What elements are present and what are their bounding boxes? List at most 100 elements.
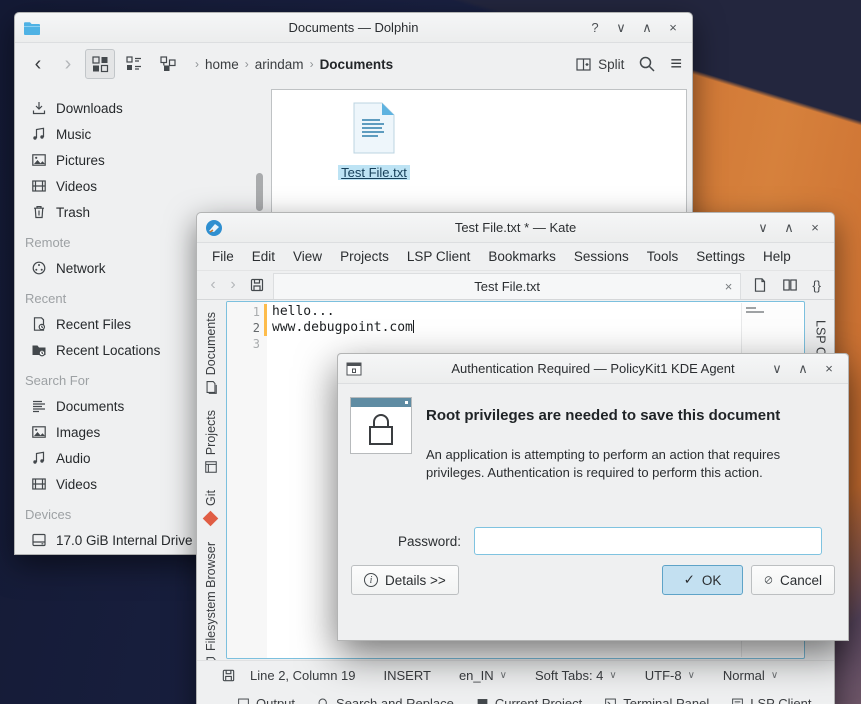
ok-button[interactable]: ✓ OK — [662, 565, 743, 595]
download-icon — [31, 100, 47, 116]
breadcrumb: › home › arindam › Documents — [195, 57, 393, 72]
input-mode[interactable]: INSERT — [370, 668, 445, 683]
chevron-down-icon: ∨ — [609, 670, 616, 681]
minimize-button[interactable]: ∨ — [610, 17, 632, 39]
auth-lock-icon — [350, 397, 412, 454]
maximize-button[interactable]: ∧ — [636, 17, 658, 39]
menu-sessions[interactable]: Sessions — [565, 249, 638, 264]
dolphin-titlebar[interactable]: Documents — Dolphin ? ∨ ∧ × — [15, 13, 692, 43]
kate-titlebar[interactable]: Test File.txt * — Kate ∨ ∧ × — [197, 213, 834, 243]
hard-drive-icon — [31, 532, 47, 548]
chevron-down-icon: ∨ — [771, 670, 778, 681]
menu-edit[interactable]: Edit — [243, 249, 284, 264]
bottom-tab-current-project[interactable]: Current Project — [476, 696, 582, 704]
tab-back-button[interactable]: ‹ — [203, 275, 223, 295]
dialog-titlebar[interactable]: Authentication Required — PolicyKit1 KDE… — [338, 354, 848, 384]
polkit-auth-dialog: Authentication Required — PolicyKit1 KDE… — [337, 353, 849, 641]
folder-icon — [23, 20, 41, 36]
menu-settings[interactable]: Settings — [687, 249, 754, 264]
bottom-tab-search-replace[interactable]: Search and Replace — [317, 696, 454, 704]
place-pictures[interactable]: Pictures — [15, 147, 265, 173]
cancel-button[interactable]: Cancel — [751, 565, 835, 595]
split-view-icon[interactable] — [782, 277, 798, 293]
bottom-tab-terminal[interactable]: Terminal Panel — [604, 696, 709, 704]
password-input[interactable] — [474, 527, 822, 555]
icons-view-button[interactable] — [85, 49, 115, 79]
close-button[interactable]: × — [662, 17, 684, 39]
forward-button: › — [55, 54, 81, 74]
bottom-tab-output[interactable]: Output — [237, 696, 295, 704]
file-name[interactable]: Test File.txt — [338, 165, 410, 180]
tool-tab-projects[interactable]: Projects — [204, 410, 218, 474]
code-line-2: www.debugpoint.com — [272, 320, 804, 336]
menu-help[interactable]: Help — [754, 249, 800, 264]
breadcrumb-user[interactable]: arindam — [255, 57, 304, 72]
breadcrumb-current[interactable]: Documents — [320, 57, 394, 72]
tool-tab-documents[interactable]: Documents — [204, 312, 218, 394]
minimize-button[interactable]: ∨ — [752, 217, 774, 239]
tool-tab-filesystem-browser[interactable]: Filesystem Browser — [204, 542, 218, 660]
kate-bottom-toolview-bar: Output Search and Replace Current Projec… — [197, 690, 834, 704]
close-button[interactable]: × — [804, 217, 826, 239]
menu-projects[interactable]: Projects — [331, 249, 398, 264]
maximize-button[interactable]: ∧ — [778, 217, 800, 239]
dialog-heading: Root privileges are needed to save this … — [426, 407, 826, 424]
tool-tab-git[interactable]: Git — [204, 490, 218, 526]
menu-bookmarks[interactable]: Bookmarks — [479, 249, 565, 264]
place-videos[interactable]: Videos — [15, 173, 265, 199]
chevron-down-icon: ∨ — [500, 670, 507, 681]
close-button[interactable]: × — [818, 358, 840, 380]
menu-lsp-client[interactable]: LSP Client — [398, 249, 480, 264]
search-icon[interactable] — [638, 55, 656, 73]
breadcrumb-home[interactable]: home — [205, 57, 239, 72]
kate-app-icon — [205, 219, 223, 237]
cursor-position[interactable]: Line 2, Column 19 — [236, 668, 370, 683]
kate-statusbar: Line 2, Column 19 INSERT en_IN∨ Soft Tab… — [197, 660, 834, 690]
split-button[interactable]: Split — [575, 56, 624, 73]
line-number-current: 2 — [253, 321, 264, 335]
maximize-button[interactable]: ∧ — [792, 358, 814, 380]
highlighting-select[interactable]: Normal∨ — [709, 668, 792, 683]
music-icon — [31, 126, 47, 142]
code-line-1: hello... — [272, 304, 804, 320]
dialog-body-text: An application is attempting to perform … — [426, 446, 826, 481]
line-number-gutter: 1 2 3 — [227, 302, 267, 658]
place-music[interactable]: Music — [15, 121, 265, 147]
kate-menubar: File Edit View Projects LSP Client Bookm… — [197, 243, 834, 271]
new-document-icon[interactable] — [752, 277, 768, 293]
braces-icon[interactable]: {} — [812, 278, 821, 293]
save-icon[interactable] — [249, 277, 265, 293]
place-downloads[interactable]: Downloads — [15, 95, 265, 121]
lsp-icon — [731, 697, 744, 704]
dictionary-select[interactable]: en_IN∨ — [445, 668, 521, 683]
sidebar-scrollbar[interactable] — [256, 173, 263, 211]
hamburger-menu-icon[interactable]: ≡ — [670, 53, 682, 76]
tab-test-file[interactable]: Test File.txt × — [273, 273, 741, 299]
tab-close-icon[interactable]: × — [725, 279, 733, 294]
back-button[interactable]: ‹ — [25, 54, 51, 74]
output-icon — [237, 697, 250, 704]
line-number: 1 — [253, 305, 264, 319]
details-button[interactable]: i Details >> — [351, 565, 459, 595]
video-icon — [31, 178, 47, 194]
kate-left-sidebar: Documents Projects Git Filesystem Browse… — [197, 300, 224, 660]
menu-tools[interactable]: Tools — [638, 249, 688, 264]
menu-view[interactable]: View — [284, 249, 331, 264]
tree-view-button[interactable] — [153, 49, 183, 79]
encoding-select[interactable]: UTF-8∨ — [631, 668, 709, 683]
tab-forward-button[interactable]: › — [223, 275, 243, 295]
cancel-icon — [764, 573, 773, 587]
minimize-button[interactable]: ∨ — [766, 358, 788, 380]
details-view-button[interactable] — [119, 49, 149, 79]
text-file-icon — [352, 102, 396, 154]
bottom-tab-lsp-client[interactable]: LSP Client — [731, 696, 811, 704]
documents-tool-icon — [204, 380, 218, 394]
kate-tabbar: ‹ › Test File.txt × {} — [197, 271, 834, 300]
text-cursor — [413, 320, 415, 333]
file-item[interactable]: Test File.txt — [320, 102, 428, 182]
terminal-icon — [604, 697, 617, 704]
help-button[interactable]: ? — [584, 17, 606, 39]
tab-width-select[interactable]: Soft Tabs: 4∨ — [521, 668, 631, 683]
menu-file[interactable]: File — [203, 249, 243, 264]
trash-icon — [31, 204, 47, 220]
